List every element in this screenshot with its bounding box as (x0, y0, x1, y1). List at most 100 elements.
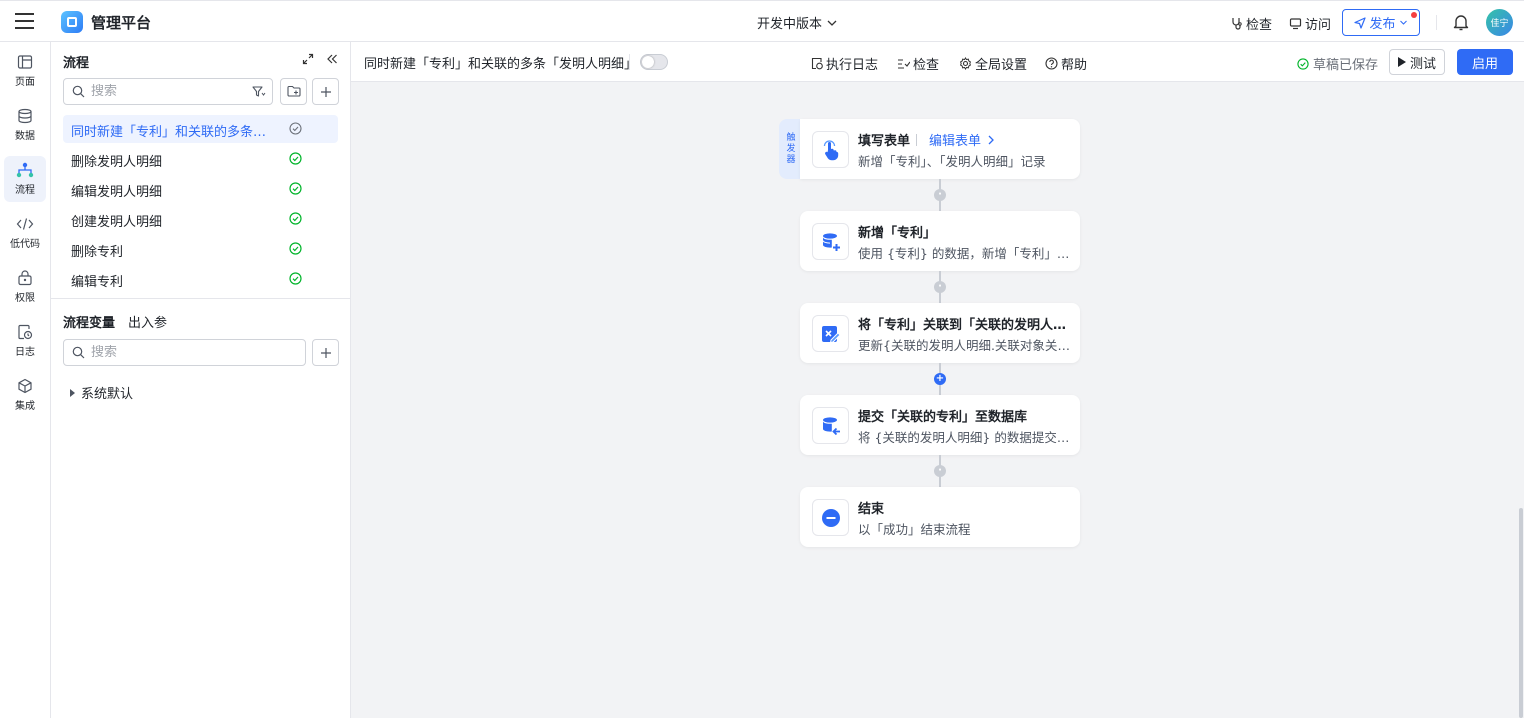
check-link[interactable]: 检查 (1230, 14, 1272, 33)
global-settings-button[interactable]: 全局设置 (959, 54, 1027, 73)
trigger-tag-char: 发 (786, 143, 796, 154)
flow-search-input[interactable] (91, 84, 221, 99)
version-label: 开发中版本 (757, 17, 823, 32)
check-label: 检查 (913, 58, 940, 73)
app-logo (61, 11, 83, 33)
chevron-down-icon (1399, 20, 1407, 25)
menu-icon[interactable] (15, 12, 35, 30)
flow-node-update[interactable]: 将「专利」关联到「关联的发明人明细」 更新{关联的发明人明细.关联对象关联字段} (800, 303, 1080, 363)
version-dropdown[interactable]: 开发中版本 (757, 13, 838, 32)
hand-pointer-icon (812, 131, 849, 168)
flow-title: 同时新建「专利」和关联的多条「发明人明细」 (364, 57, 638, 72)
scrollbar-thumb[interactable] (1519, 508, 1523, 718)
bell-icon[interactable] (1453, 14, 1469, 31)
rail-item-permission[interactable]: 权限 (4, 264, 46, 310)
flow-list-item[interactable]: 编辑专利 (63, 265, 338, 293)
rail-item-flow[interactable]: 流程 (4, 156, 46, 202)
tree-node-system-default[interactable]: 系统默认 (69, 383, 133, 402)
publish-button[interactable]: 发布 (1342, 9, 1420, 36)
node-title: 将「专利」关联到「关联的发明人明细」 (858, 318, 1068, 333)
enabled-status-icon (289, 242, 302, 255)
gear-icon (959, 57, 972, 70)
add-flow-button[interactable] (312, 78, 339, 105)
trigger-tag-char: 触 (786, 132, 796, 143)
edit-link-icon (812, 315, 849, 352)
flow-node-end[interactable]: 结束 以「成功」结束流程 (800, 487, 1080, 547)
rail-label: 集成 (15, 401, 35, 412)
tab-flow-variables[interactable]: 流程变量 (63, 312, 115, 331)
visit-link[interactable]: 访问 (1289, 14, 1331, 33)
panel-title: 流程 (63, 56, 90, 71)
database-add-icon (812, 223, 849, 260)
flow-node-trigger[interactable]: 填写表单 编辑表单 新增「专利」、「发明人明细」记录 (800, 119, 1080, 179)
flow-list-item[interactable]: 编辑发明人明细 (63, 175, 338, 203)
flow-panel: 流程 同时新建「专利」和关联的多条「发明人明细」 删除发明人明细 编辑发明人明细… (51, 42, 351, 718)
flow-name: 创建发明人明细 (71, 215, 163, 230)
node-subtitle: 将 {关联的发明人明细} 的数据提交入库 (858, 430, 1070, 445)
node-title: 提交「关联的专利」至数据库 (858, 410, 1028, 425)
flow-list-item[interactable]: 创建发明人明细 (63, 205, 338, 233)
rail-item-data[interactable]: 数据 (4, 102, 46, 148)
tab-io-params[interactable]: 出入参 (128, 312, 167, 331)
node-subtitle: 以「成功」结束流程 (858, 522, 971, 537)
enabled-status-icon (289, 182, 302, 195)
flow-node-submit[interactable]: 提交「关联的专利」至数据库 将 {关联的发明人明细} 的数据提交入库 (800, 395, 1080, 455)
enabled-status-icon (289, 212, 302, 225)
log-icon (811, 57, 823, 70)
rail-label: 日志 (15, 347, 35, 358)
chevron-right-icon (988, 135, 994, 144)
add-node-dot[interactable]: + (934, 373, 946, 385)
flow-search-box[interactable] (63, 78, 273, 105)
add-node-dot[interactable]: · (934, 281, 946, 293)
variable-search-box[interactable] (63, 339, 306, 366)
filter-icon[interactable] (252, 86, 266, 98)
flow-list-item[interactable]: 删除专利 (63, 235, 338, 263)
help-button[interactable]: 帮助 (1045, 54, 1087, 73)
new-folder-button[interactable] (280, 78, 307, 105)
rail-item-log[interactable]: 日志 (4, 318, 46, 364)
flow-node-create[interactable]: 新增「专利」 使用 {专利} 的数据，新增「专利」记录 (800, 211, 1080, 271)
edit-form-link[interactable]: 编辑表单 (916, 130, 995, 149)
flow-toggle[interactable] (640, 54, 668, 70)
log-icon (18, 324, 33, 340)
database-icon (18, 108, 32, 124)
database-submit-icon (812, 407, 849, 444)
node-subtitle: 使用 {专利} 的数据，新增「专利」记录 (858, 246, 1070, 261)
rail-item-page[interactable]: 页面 (4, 48, 46, 94)
check-label: 检查 (1246, 18, 1273, 33)
rail-item-integration[interactable]: 集成 (4, 372, 46, 418)
rail-item-lowcode[interactable]: 低代码 (4, 210, 46, 256)
collapse-icon[interactable] (326, 53, 338, 65)
check-button[interactable]: 检查 (897, 54, 939, 73)
add-node-dot[interactable]: · (934, 465, 946, 477)
flow-name: 删除发明人明细 (71, 155, 163, 170)
plus-icon: · (938, 465, 942, 476)
flow-canvas[interactable]: 触 发 器 填写表单 编辑表单 新增「专利」、「发明人明细」记录 · 新增「专利… (351, 82, 1519, 718)
integration-icon (18, 378, 32, 394)
add-node-dot[interactable]: · (934, 189, 946, 201)
send-icon (1354, 16, 1367, 29)
draft-status-icon (289, 122, 302, 135)
node-title: 结束 (858, 502, 885, 517)
enable-button[interactable]: 启用 (1457, 49, 1513, 75)
enabled-status-icon (289, 272, 302, 285)
help-icon (1045, 57, 1058, 70)
rail-label: 流程 (15, 185, 35, 196)
monitor-icon (1289, 18, 1302, 30)
code-icon (16, 218, 34, 230)
flow-name: 编辑发明人明细 (71, 185, 163, 200)
divider (629, 54, 630, 70)
variable-search-input[interactable] (91, 345, 221, 360)
flow-list-item[interactable]: 同时新建「专利」和关联的多条「发明人明细」 (63, 115, 338, 143)
expand-icon[interactable] (302, 53, 314, 65)
canvas-scrollbar[interactable] (1519, 82, 1524, 718)
avatar[interactable]: 佳宁 (1486, 9, 1513, 36)
canvas-toolbar: 同时新建「专利」和关联的多条「发明人明细」 执行日志 检查 全局设置 帮助 草稿… (351, 42, 1524, 82)
node-title: 新增「专利」 (858, 226, 937, 241)
flow-name: 删除专利 (71, 245, 124, 260)
exec-log-button[interactable]: 执行日志 (811, 54, 878, 73)
test-button[interactable]: 测试 (1389, 49, 1445, 75)
flow-name: 编辑专利 (71, 275, 124, 290)
flow-list-item[interactable]: 删除发明人明细 (63, 145, 338, 173)
add-variable-button[interactable] (312, 339, 339, 366)
